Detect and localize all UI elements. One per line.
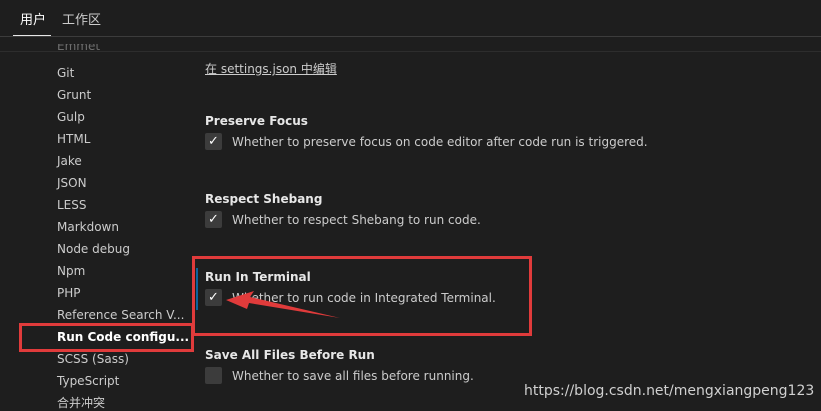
setting-desc-preserve-focus: Whether to preserve focus on code editor… xyxy=(232,135,648,149)
sidebar-item-json[interactable]: JSON xyxy=(57,175,87,191)
modified-setting-indicator xyxy=(196,268,198,310)
sidebar-item-php[interactable]: PHP xyxy=(57,285,81,301)
sidebar-item-emmet[interactable]: Emmet xyxy=(57,44,100,52)
sidebar-item-jake[interactable]: Jake xyxy=(57,153,82,169)
tab-user[interactable]: 用户 xyxy=(20,12,46,30)
check-icon: ✓ xyxy=(208,290,219,305)
sidebar-item-node-debug[interactable]: Node debug xyxy=(57,241,130,257)
setting-title-save-all-files: Save All Files Before Run xyxy=(205,348,375,362)
sidebar-item-gulp[interactable]: Gulp xyxy=(57,109,85,125)
sidebar-item-reference-search[interactable]: Reference Search V... xyxy=(57,307,184,323)
sidebar-item-scss[interactable]: SCSS (Sass) xyxy=(57,351,129,367)
setting-desc-run-in-terminal: Whether to run code in Integrated Termin… xyxy=(232,291,496,305)
checkbox-save-all-files[interactable] xyxy=(205,367,222,384)
sidebar-item-typescript[interactable]: TypeScript xyxy=(57,373,119,389)
sidebar-item-markdown[interactable]: Markdown xyxy=(57,219,119,235)
settings-main: 在 settings.json 中编辑 Preserve Focus ✓ Whe… xyxy=(190,37,821,410)
sidebar-item-git[interactable]: Git xyxy=(57,65,74,81)
settings-sidebar: Emmet Git Grunt Gulp HTML Jake JSON LESS… xyxy=(0,37,190,410)
sidebar-item-less[interactable]: LESS xyxy=(57,197,87,213)
check-icon: ✓ xyxy=(208,134,219,149)
setting-title-run-in-terminal: Run In Terminal xyxy=(205,270,311,284)
sidebar-item-merge-conflict[interactable]: 合并冲突 xyxy=(57,395,105,411)
sidebar-item-grunt[interactable]: Grunt xyxy=(57,87,91,103)
tab-workspace[interactable]: 工作区 xyxy=(62,12,101,30)
checkbox-preserve-focus[interactable]: ✓ xyxy=(205,133,222,150)
sidebar-item-html[interactable]: HTML xyxy=(57,131,90,147)
sidebar-item-run-code[interactable]: Run Code configu... xyxy=(57,329,189,345)
checkbox-respect-shebang[interactable]: ✓ xyxy=(205,211,222,228)
setting-desc-respect-shebang: Whether to respect Shebang to run code. xyxy=(232,213,481,227)
checkbox-run-in-terminal[interactable]: ✓ xyxy=(205,289,222,306)
edit-in-settings-json-link[interactable]: 在 settings.json 中编辑 xyxy=(205,61,337,77)
watermark-url: https://blog.csdn.net/mengxiangpeng123 xyxy=(524,383,815,399)
setting-desc-save-all-files: Whether to save all files before running… xyxy=(232,369,474,383)
check-icon: ✓ xyxy=(208,212,219,227)
setting-title-respect-shebang: Respect Shebang xyxy=(205,192,323,206)
sidebar-item-npm[interactable]: Npm xyxy=(57,263,85,279)
setting-title-preserve-focus: Preserve Focus xyxy=(205,114,308,128)
